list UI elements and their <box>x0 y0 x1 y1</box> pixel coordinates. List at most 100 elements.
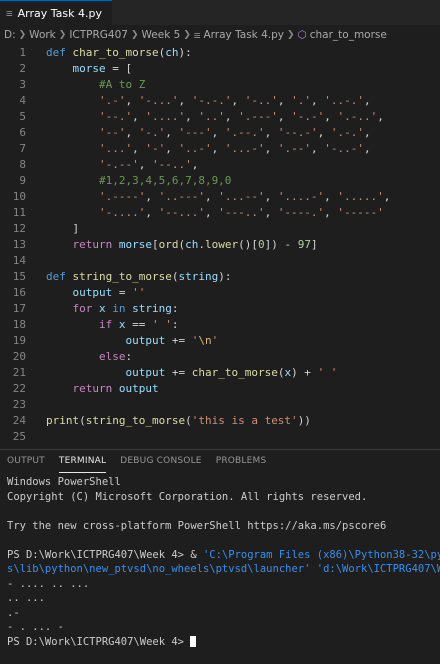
code-line[interactable]: 25 <box>0 429 440 445</box>
code-line[interactable]: 15 def string_to_morse(string): <box>0 269 440 285</box>
line-number: 6 <box>19 126 26 139</box>
code-line[interactable]: 10 '.----', '..---', '...--', '....-', '… <box>0 189 440 205</box>
code-token: , <box>191 158 199 171</box>
code-token: x <box>98 302 113 315</box>
code-token: '--..' <box>151 158 192 171</box>
code-token: '.--' <box>277 142 311 155</box>
code-line[interactable]: 19 output += '\n' <box>0 333 440 349</box>
code-token: '..---' <box>158 190 205 203</box>
code-token: , <box>277 94 292 107</box>
code-token: , <box>185 110 199 123</box>
code-line[interactable]: 17 for x in string: <box>0 301 440 317</box>
code-token: '-.-.' <box>191 94 232 107</box>
tab-debug-console[interactable]: DEBUG CONSOLE <box>120 450 201 472</box>
code-token: '..-.' <box>324 94 364 107</box>
code-token: , <box>324 190 338 203</box>
breadcrumb-item[interactable]: Array Task 4.py <box>203 29 284 41</box>
tab-terminal[interactable]: TERMINAL <box>58 450 107 473</box>
code-token: print <box>46 414 80 427</box>
line-number: 18 <box>12 318 26 331</box>
line-number: 24 <box>12 414 26 427</box>
code-line[interactable]: 7 '...', '-', '..-', '...-', '.--', '-..… <box>0 141 440 157</box>
code-token: #A to Z <box>46 78 146 91</box>
code-line[interactable]: 12 ] <box>0 221 440 237</box>
line-number: 19 <box>12 334 26 347</box>
code-line[interactable]: 23 <box>0 397 440 413</box>
code-line[interactable]: 18 if x == ' ': <box>0 317 440 333</box>
terminal[interactable]: Windows PowerShell Copyright (C) Microsof… <box>7 475 440 649</box>
code-line[interactable]: 14 <box>0 253 440 269</box>
code-text: ] <box>46 221 440 237</box>
code-token: , <box>324 110 338 123</box>
code-line[interactable]: 24 print(string_to_morse('this is a test'… <box>0 413 440 429</box>
code-line[interactable]: 2 morse = [ <box>0 61 440 77</box>
code-line[interactable]: 1 def char_to_morse(ch): <box>0 45 440 61</box>
code-token: '.-..' <box>337 110 378 123</box>
terminal-text: .. ... <box>7 592 45 604</box>
code-token: else <box>46 350 126 363</box>
code-token: ( <box>185 414 192 427</box>
code-text: '--', '-.', '---', '.--.', '--.-', '.-.'… <box>46 125 440 141</box>
code-token: 'this is a test' <box>191 414 298 427</box>
code-token: '--...' <box>158 206 205 219</box>
code-token: in <box>112 302 133 315</box>
code-token: output <box>46 334 172 347</box>
code-token: '--.-' <box>277 126 318 139</box>
code-line[interactable]: 5 '--.', '....', '..', '.---', '-.-', '.… <box>0 109 440 125</box>
line-number: 21 <box>12 366 26 379</box>
code-token: , <box>277 110 292 123</box>
tab-output[interactable]: OUTPUT <box>7 450 45 472</box>
breadcrumb-item[interactable]: D: <box>4 29 16 41</box>
code-token: '' <box>132 286 146 299</box>
code-token: morse <box>118 238 152 251</box>
code-token: '---' <box>178 126 212 139</box>
code-token: , <box>125 94 139 107</box>
code-token: = [ <box>112 62 133 75</box>
code-token: , <box>211 142 225 155</box>
chevron-right-icon: ❯ <box>18 30 27 40</box>
code-token: . <box>198 238 205 251</box>
code-token: '-----' <box>337 206 384 219</box>
line-number: 14 <box>12 254 26 267</box>
code-token: char_to_morse <box>191 366 278 379</box>
code-line[interactable]: 22 return output <box>0 381 440 397</box>
code-text: output += '\n' <box>46 333 440 349</box>
editor-tab[interactable]: ≡ Array Task 4.py <box>0 0 112 25</box>
breadcrumb-item[interactable]: char_to_morse <box>310 29 387 41</box>
breadcrumb-item[interactable]: ICTPRG407 <box>69 29 128 41</box>
code-token: '--.' <box>46 110 133 123</box>
code-token: : <box>171 318 179 331</box>
code-line[interactable]: 6 '--', '-.', '---', '.--.', '--.-', '.-… <box>0 125 440 141</box>
code-text: if x == ' ': <box>46 317 440 333</box>
code-token: def <box>46 270 73 283</box>
line-number: 8 <box>19 158 26 171</box>
code-line[interactable]: 21 output += char_to_morse(x) + ' ' <box>0 365 440 381</box>
code-token: '...' <box>46 142 133 155</box>
code-line[interactable]: 13 return morse[ord(ch.lower()[0]) - 97] <box>0 237 440 253</box>
code-text: morse = [ <box>46 61 440 77</box>
line-number: 2 <box>19 62 26 75</box>
code-line[interactable]: 9 #1,2,3,4,5,6,7,8,9,0 <box>0 173 440 189</box>
breadcrumb: D: ❯ Work ❯ ICTPRG407 ❯ Week 5 ❯ ≡ Array Task… <box>0 25 440 45</box>
code-line[interactable]: 3 #A to Z <box>0 77 440 93</box>
code-editor[interactable]: 1 def char_to_morse(ch): 2 morse = [3 #A t… <box>0 45 440 449</box>
line-number: 25 <box>12 430 26 443</box>
code-line[interactable]: 11 '-....', '--...', '---..', '----.', '… <box>0 205 440 221</box>
panel-tab-bar: OUTPUT TERMINAL DEBUG CONSOLE PROBLEMS <box>0 449 440 473</box>
tab-problems[interactable]: PROBLEMS <box>216 450 267 472</box>
breadcrumb-item[interactable]: Week 5 <box>142 29 181 41</box>
code-token: , <box>132 142 146 155</box>
code-line[interactable]: 8 '-.--', '--..', <box>0 157 440 173</box>
code-line[interactable]: 4 '.-', '-...', '-.-.', '-..', '.', '..-… <box>0 93 440 109</box>
code-token: '--' <box>46 126 126 139</box>
code-line[interactable]: 20 else: <box>0 349 440 365</box>
code-text: def string_to_morse(string): <box>46 269 440 285</box>
code-token: '-.' <box>138 126 166 139</box>
code-token: '.....' <box>337 190 384 203</box>
code-token: '.-.' <box>330 126 364 139</box>
code-token: x <box>118 318 133 331</box>
code-text: '-.--', '--..', <box>46 157 440 173</box>
breadcrumb-item[interactable]: Work <box>29 29 56 41</box>
terminal-text: Windows PowerShell <box>7 476 121 488</box>
code-line[interactable]: 16 output = '' <box>0 285 440 301</box>
